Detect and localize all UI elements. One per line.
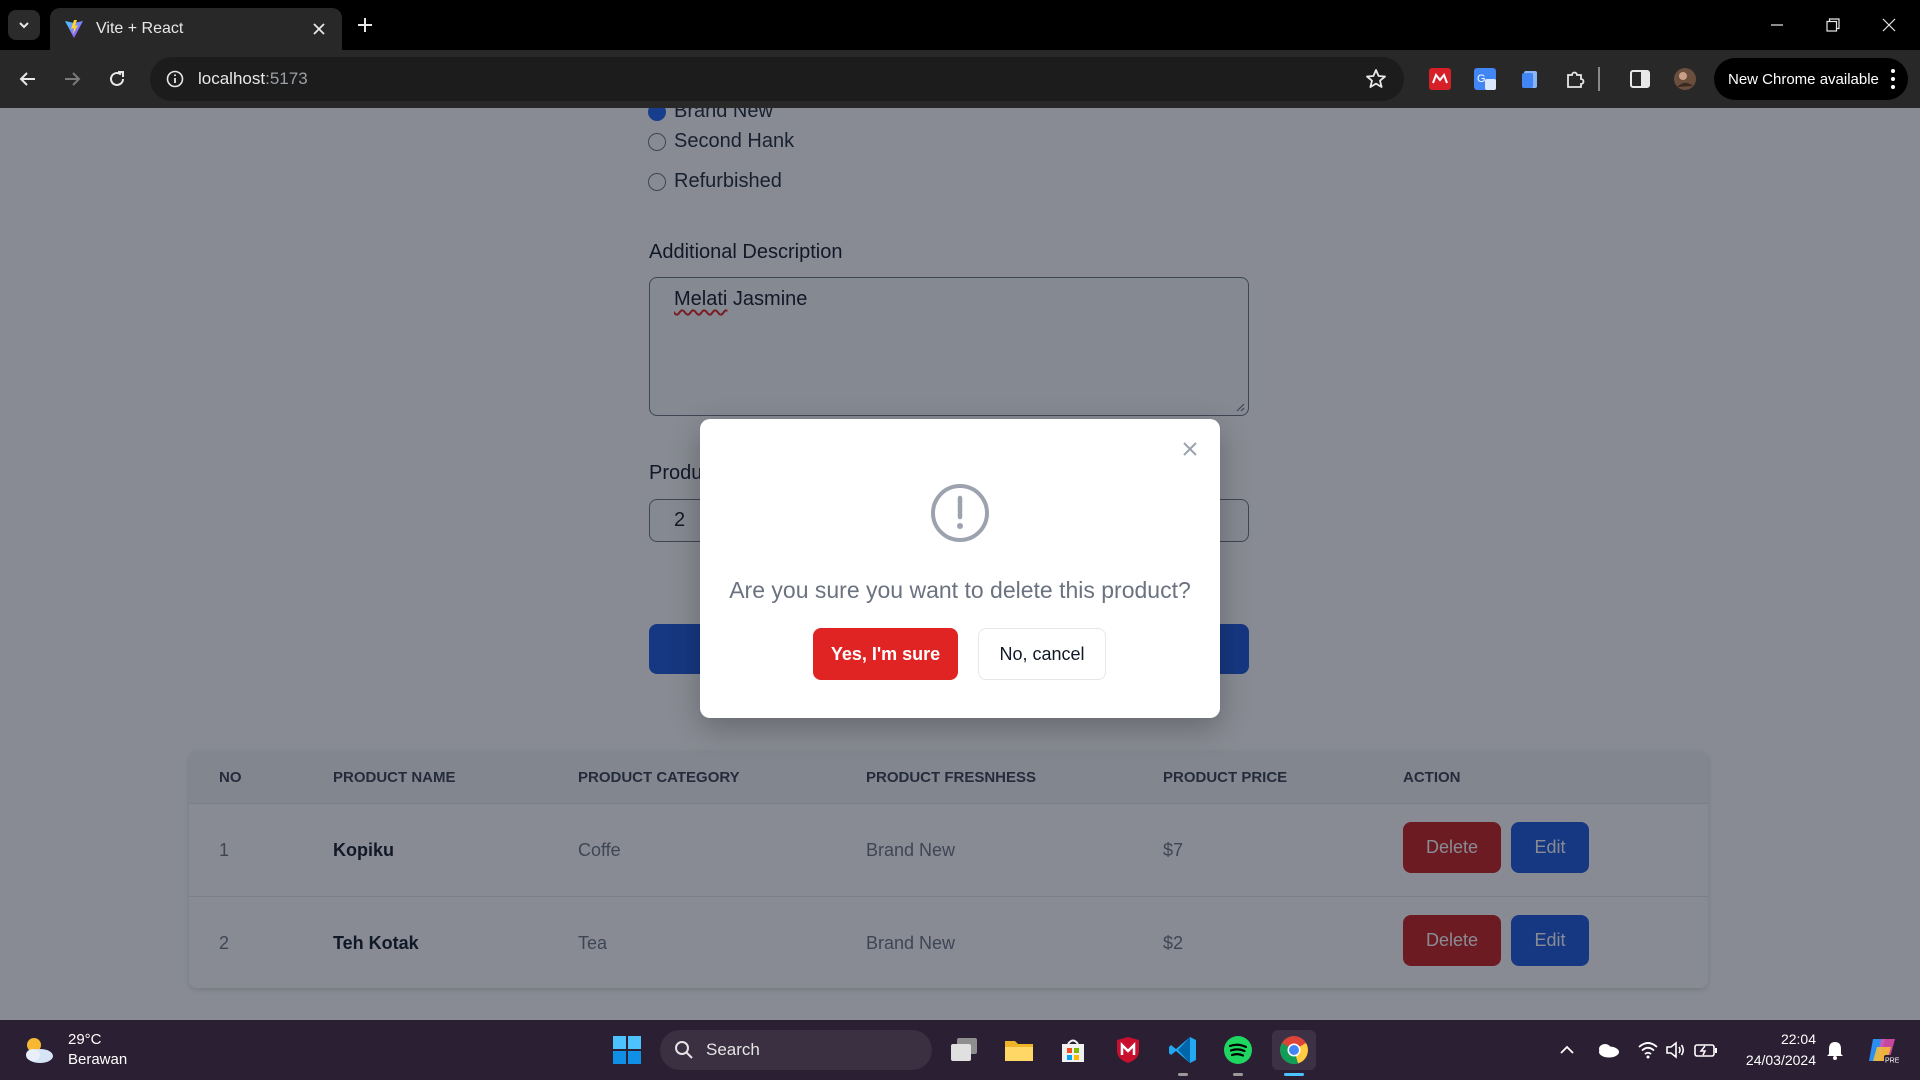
wifi-icon[interactable] bbox=[1636, 1038, 1660, 1062]
address-bar[interactable]: localhost:5173 bbox=[150, 57, 1404, 101]
cloud-sun-icon bbox=[26, 1038, 53, 1063]
close-modal-icon[interactable] bbox=[1178, 437, 1202, 461]
svg-text:G: G bbox=[1477, 73, 1486, 85]
battery-charging-icon[interactable] bbox=[1694, 1038, 1718, 1062]
arrow-left-icon bbox=[19, 72, 35, 86]
volume-icon[interactable] bbox=[1664, 1038, 1688, 1062]
restore-icon bbox=[1826, 18, 1840, 32]
new-chrome-available-button[interactable]: New Chrome available bbox=[1714, 58, 1908, 100]
plus-icon bbox=[358, 18, 372, 32]
cancel-button[interactable]: No, cancel bbox=[978, 628, 1106, 680]
docs-extension-icon[interactable] bbox=[1517, 66, 1543, 92]
modal-message: Are you sure you want to delete this pro… bbox=[729, 577, 1191, 603]
close-tab-icon[interactable] bbox=[308, 18, 330, 40]
browser-tab-bar: Vite + React bbox=[0, 0, 1920, 50]
url-text: localhost:5173 bbox=[198, 69, 308, 88]
system-clock[interactable]: 22:04 24/03/2024 bbox=[1736, 1029, 1816, 1071]
taskbar-search[interactable]: Search bbox=[660, 1030, 932, 1070]
chevron-up-icon[interactable] bbox=[1555, 1038, 1579, 1062]
chrome-taskbar-icon[interactable] bbox=[1272, 1030, 1316, 1070]
mendeley-extension-icon[interactable] bbox=[1427, 66, 1453, 92]
confirm-delete-button[interactable]: Yes, I'm sure bbox=[813, 628, 958, 680]
close-window-button[interactable] bbox=[1861, 0, 1917, 50]
forward-button[interactable] bbox=[54, 61, 90, 97]
onedrive-cloud-icon[interactable] bbox=[1596, 1038, 1620, 1062]
clock-time: 22:04 bbox=[1780, 1031, 1816, 1047]
svg-text:PRE: PRE bbox=[1885, 1058, 1899, 1065]
reload-icon bbox=[110, 71, 124, 86]
site-info-icon[interactable] bbox=[164, 68, 186, 90]
page-content: Brand New Second Hank Refurbished Additi… bbox=[0, 108, 1920, 1020]
extensions-puzzle-icon[interactable] bbox=[1562, 66, 1588, 92]
restore-button[interactable] bbox=[1805, 0, 1861, 50]
running-indicator bbox=[1178, 1073, 1188, 1076]
search-icon bbox=[675, 1041, 693, 1059]
active-indicator bbox=[1284, 1073, 1304, 1076]
back-button[interactable] bbox=[10, 61, 46, 97]
clock-date: 24/03/2024 bbox=[1745, 1052, 1816, 1068]
start-button[interactable] bbox=[607, 1030, 647, 1070]
update-label: New Chrome available bbox=[1728, 70, 1879, 88]
minimize-button[interactable] bbox=[1749, 0, 1805, 50]
delete-confirm-modal: Are you sure you want to delete this pro… bbox=[700, 419, 1220, 718]
more-vert-icon bbox=[1891, 69, 1895, 89]
browser-tab[interactable]: Vite + React bbox=[50, 8, 342, 50]
temperature: 29°C bbox=[68, 1031, 102, 1048]
bookmark-star-icon[interactable] bbox=[1364, 67, 1388, 91]
spotify-icon[interactable] bbox=[1218, 1030, 1258, 1070]
arrow-right-icon bbox=[65, 72, 81, 86]
minimize-icon bbox=[1771, 24, 1783, 26]
chevron-down-icon bbox=[19, 22, 29, 29]
file-explorer-icon[interactable] bbox=[999, 1030, 1039, 1070]
profile-avatar[interactable] bbox=[1672, 66, 1698, 92]
toolbar-divider bbox=[1594, 66, 1604, 92]
reload-button[interactable] bbox=[99, 61, 135, 97]
windows-taskbar: 29°C Berawan Search 22:04 24/03/2024 PRE bbox=[0, 1020, 1920, 1080]
side-panel-icon[interactable] bbox=[1627, 66, 1653, 92]
task-view-icon[interactable] bbox=[944, 1030, 984, 1070]
new-tab-button[interactable] bbox=[352, 12, 378, 38]
notification-bell-icon[interactable] bbox=[1823, 1038, 1847, 1062]
windows-logo-icon bbox=[613, 1036, 641, 1064]
vscode-icon[interactable] bbox=[1163, 1030, 1203, 1070]
tab-title: Vite + React bbox=[96, 20, 184, 37]
browser-toolbar: localhost:5173 G New Chrome available bbox=[0, 50, 1920, 108]
tab-search-button[interactable] bbox=[8, 10, 40, 40]
weather-condition: Berawan bbox=[68, 1051, 128, 1068]
vite-logo-icon bbox=[65, 20, 83, 38]
exclamation-circle-icon bbox=[931, 484, 989, 542]
running-indicator bbox=[1233, 1073, 1243, 1076]
mcafee-icon[interactable] bbox=[1108, 1030, 1148, 1070]
close-icon bbox=[1882, 18, 1896, 32]
copilot-icon[interactable]: PRE bbox=[1866, 1033, 1900, 1067]
weather-widget[interactable]: 29°C Berawan bbox=[20, 1030, 127, 1070]
microsoft-store-icon[interactable] bbox=[1053, 1030, 1093, 1070]
search-label: Search bbox=[706, 1040, 760, 1059]
google-translate-extension-icon[interactable]: G bbox=[1472, 66, 1498, 92]
